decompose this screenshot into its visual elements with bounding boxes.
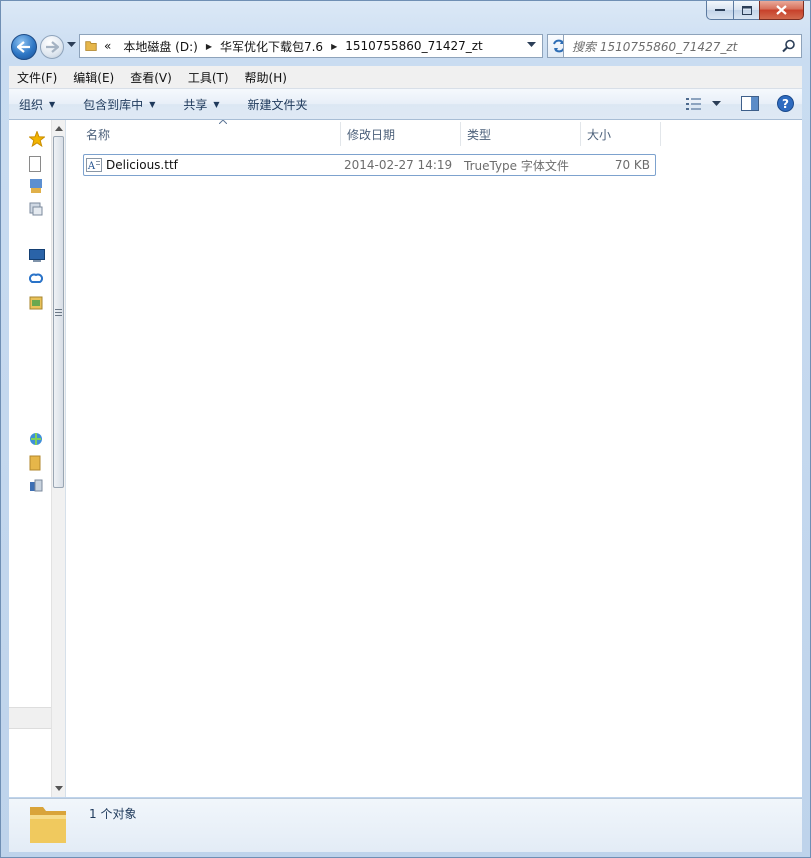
downloads-icon[interactable]: [29, 178, 43, 194]
chevron-down-icon: ▼: [149, 99, 156, 109]
favorites-star-icon[interactable]: [29, 131, 45, 147]
sort-ascending-icon: [219, 120, 227, 124]
scrollbar-thumb[interactable]: [53, 136, 64, 488]
maximize-icon: [741, 5, 752, 15]
search-box[interactable]: [563, 34, 802, 58]
menu-view[interactable]: 查看(V): [122, 69, 180, 86]
details-pane: 1 个对象: [9, 798, 802, 852]
drive-icon[interactable]: [29, 478, 43, 494]
breadcrumb-overflow[interactable]: «: [104, 39, 111, 53]
navigation-pane[interactable]: [9, 120, 66, 797]
breadcrumb-drive[interactable]: 本地磁盘 (D:): [123, 38, 197, 55]
minimize-icon: [715, 9, 725, 11]
column-header-modified[interactable]: 修改日期: [341, 122, 461, 146]
preview-pane-icon[interactable]: [741, 96, 759, 111]
breadcrumb: « 本地磁盘 (D:) ▶ 华军优化下载包7.6 ▶ 1510755860_71…: [104, 38, 483, 55]
content-area: 名称 修改日期 类型 大小 A Delicious.ttf 2014-02-27…: [9, 120, 802, 797]
arrow-right-icon: [46, 41, 59, 53]
libraries-icon[interactable]: [29, 249, 45, 263]
menu-help[interactable]: 帮助(H): [237, 69, 295, 86]
desktop-item-icon[interactable]: [29, 156, 41, 172]
scroll-up-icon[interactable]: [55, 126, 63, 131]
forward-button[interactable]: [40, 35, 64, 59]
recent-pages-chevron-icon[interactable]: [67, 42, 76, 48]
search-input[interactable]: [570, 38, 782, 56]
computer-icon[interactable]: [29, 296, 43, 310]
font-file-icon: A: [86, 158, 102, 172]
search-icon[interactable]: [782, 39, 796, 53]
include-in-library-button[interactable]: 包含到库中 ▼: [65, 96, 165, 113]
chevron-down-icon: ▼: [213, 99, 220, 109]
arrow-left-icon: [17, 41, 30, 53]
organize-button[interactable]: 组织 ▼: [9, 96, 65, 113]
chevron-down-icon: ▼: [49, 99, 56, 109]
view-details-icon[interactable]: [686, 97, 702, 110]
file-row[interactable]: A Delicious.ttf 2014-02-27 14:19 TrueTyp…: [83, 154, 656, 176]
menu-bar: 文件(F) 编辑(E) 查看(V) 工具(T) 帮助(H): [9, 66, 802, 89]
file-modified: 2014-02-27 14:19: [344, 158, 453, 172]
breadcrumb-current[interactable]: 1510755860_71427_zt: [345, 39, 483, 53]
breadcrumb-folder[interactable]: 华军优化下载包7.6: [220, 38, 323, 55]
homegroup-icon[interactable]: [29, 272, 43, 286]
navigation-pane-hscroll[interactable]: [9, 707, 51, 729]
folder-large-icon: [30, 807, 66, 843]
chevron-right-icon[interactable]: ▶: [206, 42, 212, 51]
recent-places-icon[interactable]: [29, 201, 43, 217]
explorer-window: « 本地磁盘 (D:) ▶ 华军优化下载包7.6 ▶ 1510755860_71…: [0, 0, 811, 858]
folder-icon: [85, 41, 97, 51]
menu-tools[interactable]: 工具(T): [180, 69, 237, 86]
menu-file[interactable]: 文件(F): [9, 69, 65, 86]
navigation-pane-scrollbar[interactable]: [51, 120, 65, 797]
back-button[interactable]: [11, 34, 37, 60]
file-size: 70 KB: [614, 158, 650, 172]
column-header-name[interactable]: 名称: [80, 122, 341, 146]
svg-text:?: ?: [782, 97, 789, 111]
address-dropdown-icon[interactable]: [527, 42, 536, 48]
column-header-size[interactable]: 大小: [581, 122, 661, 146]
file-type: TrueType 字体文件: [464, 158, 569, 173]
close-icon: [776, 5, 787, 15]
column-header-type[interactable]: 类型: [461, 122, 581, 146]
minimize-button[interactable]: [706, 1, 733, 20]
item-count: 1 个对象: [89, 807, 137, 821]
file-name[interactable]: Delicious.ttf: [106, 158, 178, 172]
close-button[interactable]: [759, 1, 804, 20]
file-list-pane[interactable]: 名称 修改日期 类型 大小 A Delicious.ttf 2014-02-27…: [66, 120, 802, 797]
network-icon[interactable]: [29, 432, 43, 446]
organize-label: 组织: [19, 97, 44, 112]
maximize-button[interactable]: [733, 1, 759, 20]
share-label: 共享: [183, 97, 208, 112]
share-button[interactable]: 共享 ▼: [165, 96, 229, 113]
scroll-down-icon[interactable]: [55, 786, 63, 791]
new-folder-label: 新建文件夹: [247, 97, 308, 112]
new-folder-button[interactable]: 新建文件夹: [230, 96, 318, 113]
folder-item-icon[interactable]: [29, 455, 41, 471]
svg-text:A: A: [87, 161, 96, 172]
file-name-cell: A Delicious.ttf: [84, 158, 344, 172]
address-bar[interactable]: « 本地磁盘 (D:) ▶ 华军优化下载包7.6 ▶ 1510755860_71…: [79, 34, 543, 58]
navigation-row: « 本地磁盘 (D:) ▶ 华军优化下载包7.6 ▶ 1510755860_71…: [11, 34, 802, 60]
view-controls: ?: [672, 95, 794, 112]
chevron-right-icon[interactable]: ▶: [331, 42, 337, 51]
column-headers: 名称 修改日期 类型 大小: [80, 120, 661, 146]
include-library-label: 包含到库中: [83, 97, 144, 112]
view-options-dropdown-icon[interactable]: [712, 100, 721, 107]
scrollbar-grip-icon: [55, 309, 62, 316]
caption-buttons: [706, 1, 804, 20]
command-bar: 组织 ▼ 包含到库中 ▼ 共享 ▼ 新建文件夹 ?: [9, 89, 802, 120]
help-icon[interactable]: ?: [777, 95, 794, 112]
menu-edit[interactable]: 编辑(E): [65, 69, 122, 86]
